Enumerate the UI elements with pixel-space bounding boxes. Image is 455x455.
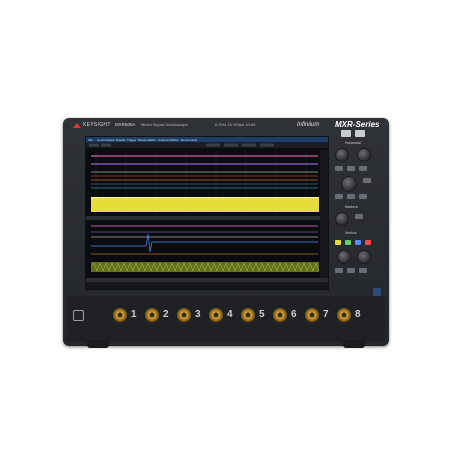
channel-7-input[interactable] <box>305 308 319 322</box>
run-stop-button[interactable] <box>335 166 343 171</box>
power-button[interactable] <box>73 310 84 321</box>
math-button[interactable] <box>335 268 343 273</box>
channel-6-number: 6 <box>291 309 297 320</box>
keysight-logo-icon <box>73 123 81 128</box>
waveform-display <box>86 142 328 289</box>
vertical-scale-knob[interactable] <box>337 250 351 264</box>
channel-3-input[interactable] <box>177 308 191 322</box>
channel-3-number: 3 <box>195 309 201 320</box>
front-input-panel: 1 2 3 4 5 6 7 8 <box>67 296 385 342</box>
channel-2-number: 2 <box>163 309 169 320</box>
product-line-label: Infiniium <box>297 122 320 128</box>
channel-6-input[interactable] <box>273 308 287 322</box>
vertical-label: Vertical <box>345 231 357 235</box>
oscilloscope-body: KEYSIGHT MXR608A Mixed Signal Oscillosco… <box>63 118 389 348</box>
digital-button[interactable] <box>359 268 367 273</box>
touch-button[interactable] <box>355 130 365 137</box>
model-name: MXR608A <box>115 122 136 127</box>
mode-button[interactable] <box>335 194 343 199</box>
channel-3-button[interactable] <box>355 240 361 245</box>
left-foot <box>87 340 109 348</box>
channel-2-input[interactable] <box>145 308 159 322</box>
channel-5-number: 5 <box>259 309 265 320</box>
single-button[interactable] <box>347 166 355 171</box>
usb-port <box>373 288 381 296</box>
channel-7-number: 7 <box>323 309 329 320</box>
trigger-level-knob[interactable] <box>341 176 357 192</box>
control-panel: Horizontal Markers Vertical <box>331 128 385 298</box>
ref-button[interactable] <box>347 268 355 273</box>
trigger-button[interactable] <box>363 178 371 183</box>
model-description: Mixed Signal Oscilloscope <box>141 122 188 127</box>
markers-label: Markers <box>345 205 358 209</box>
sweep-button[interactable] <box>347 194 355 199</box>
brand-name: KEYSIGHT <box>83 122 111 128</box>
channel-8-number: 8 <box>355 309 361 320</box>
specs-label: 6 GHz 16 GSa/s 10-bit <box>215 122 256 127</box>
channel-2-button[interactable] <box>345 240 351 245</box>
auto-scale-button[interactable] <box>359 166 367 171</box>
channel-1-input[interactable] <box>113 308 127 322</box>
force-button[interactable] <box>359 194 367 199</box>
power-control-button[interactable] <box>341 130 351 137</box>
channel-4-button[interactable] <box>365 240 371 245</box>
display-screen[interactable]: File Control Setup Display Trigger Measure Mat… <box>85 136 329 290</box>
marker-knob[interactable] <box>335 212 349 226</box>
channel-4-number: 4 <box>227 309 233 320</box>
channel-1-button[interactable] <box>335 240 341 245</box>
channel-8-input[interactable] <box>337 308 351 322</box>
horizontal-label: Horizontal <box>345 141 361 145</box>
right-foot <box>343 340 365 348</box>
channel-1-number: 1 <box>131 309 137 320</box>
channel-5-input[interactable] <box>241 308 255 322</box>
channel-4-input[interactable] <box>209 308 223 322</box>
horizontal-scale-knob[interactable] <box>335 148 349 162</box>
vertical-offset-knob[interactable] <box>357 250 371 264</box>
horizontal-position-knob[interactable] <box>357 148 371 162</box>
marker-select-button[interactable] <box>355 214 363 219</box>
